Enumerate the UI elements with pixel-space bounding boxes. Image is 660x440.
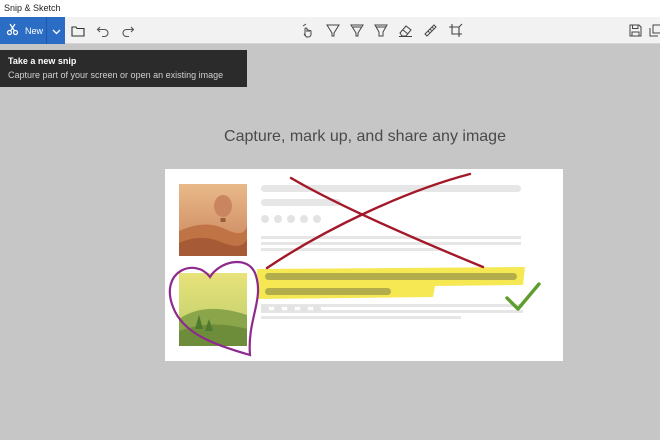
pencil-icon[interactable] [348, 22, 365, 39]
ruler-icon[interactable] [422, 22, 439, 39]
redo-icon[interactable] [119, 22, 136, 39]
save-icon[interactable] [627, 22, 644, 39]
new-dropdown-button[interactable] [46, 17, 65, 44]
text-placeholder-lines [261, 185, 523, 319]
app-title: Snip & Sketch [4, 3, 61, 13]
eraser-icon[interactable] [397, 22, 414, 39]
title-bar: Snip & Sketch [0, 0, 660, 17]
copy-icon[interactable] [647, 22, 660, 39]
undo-icon[interactable] [94, 22, 111, 39]
landscape-photo-thumbnail [179, 273, 247, 346]
toolbar: New [0, 17, 660, 44]
ballpoint-pen-icon[interactable] [324, 22, 341, 39]
tooltip-title: Take a new snip [8, 56, 77, 66]
open-folder-icon[interactable] [69, 22, 86, 39]
highlighter-icon[interactable] [372, 22, 389, 39]
yellow-highlight-annotation [257, 267, 525, 299]
new-label: New [25, 25, 44, 36]
crop-icon[interactable] [447, 22, 464, 39]
illustration-graphic [168, 172, 541, 357]
new-snip-tooltip: Take a new snip Capture part of your scr… [0, 50, 247, 87]
new-snip-button[interactable]: New [0, 17, 46, 44]
chevron-down-icon [52, 22, 61, 40]
page-heading: Capture, mark up, and share any image [224, 128, 506, 145]
touch-writing-icon[interactable] [299, 22, 316, 39]
snip-icon [6, 23, 19, 38]
balloon-photo-thumbnail [179, 184, 247, 256]
tooltip-description: Capture part of your screen or open an e… [8, 70, 224, 80]
sample-illustration [165, 169, 563, 361]
